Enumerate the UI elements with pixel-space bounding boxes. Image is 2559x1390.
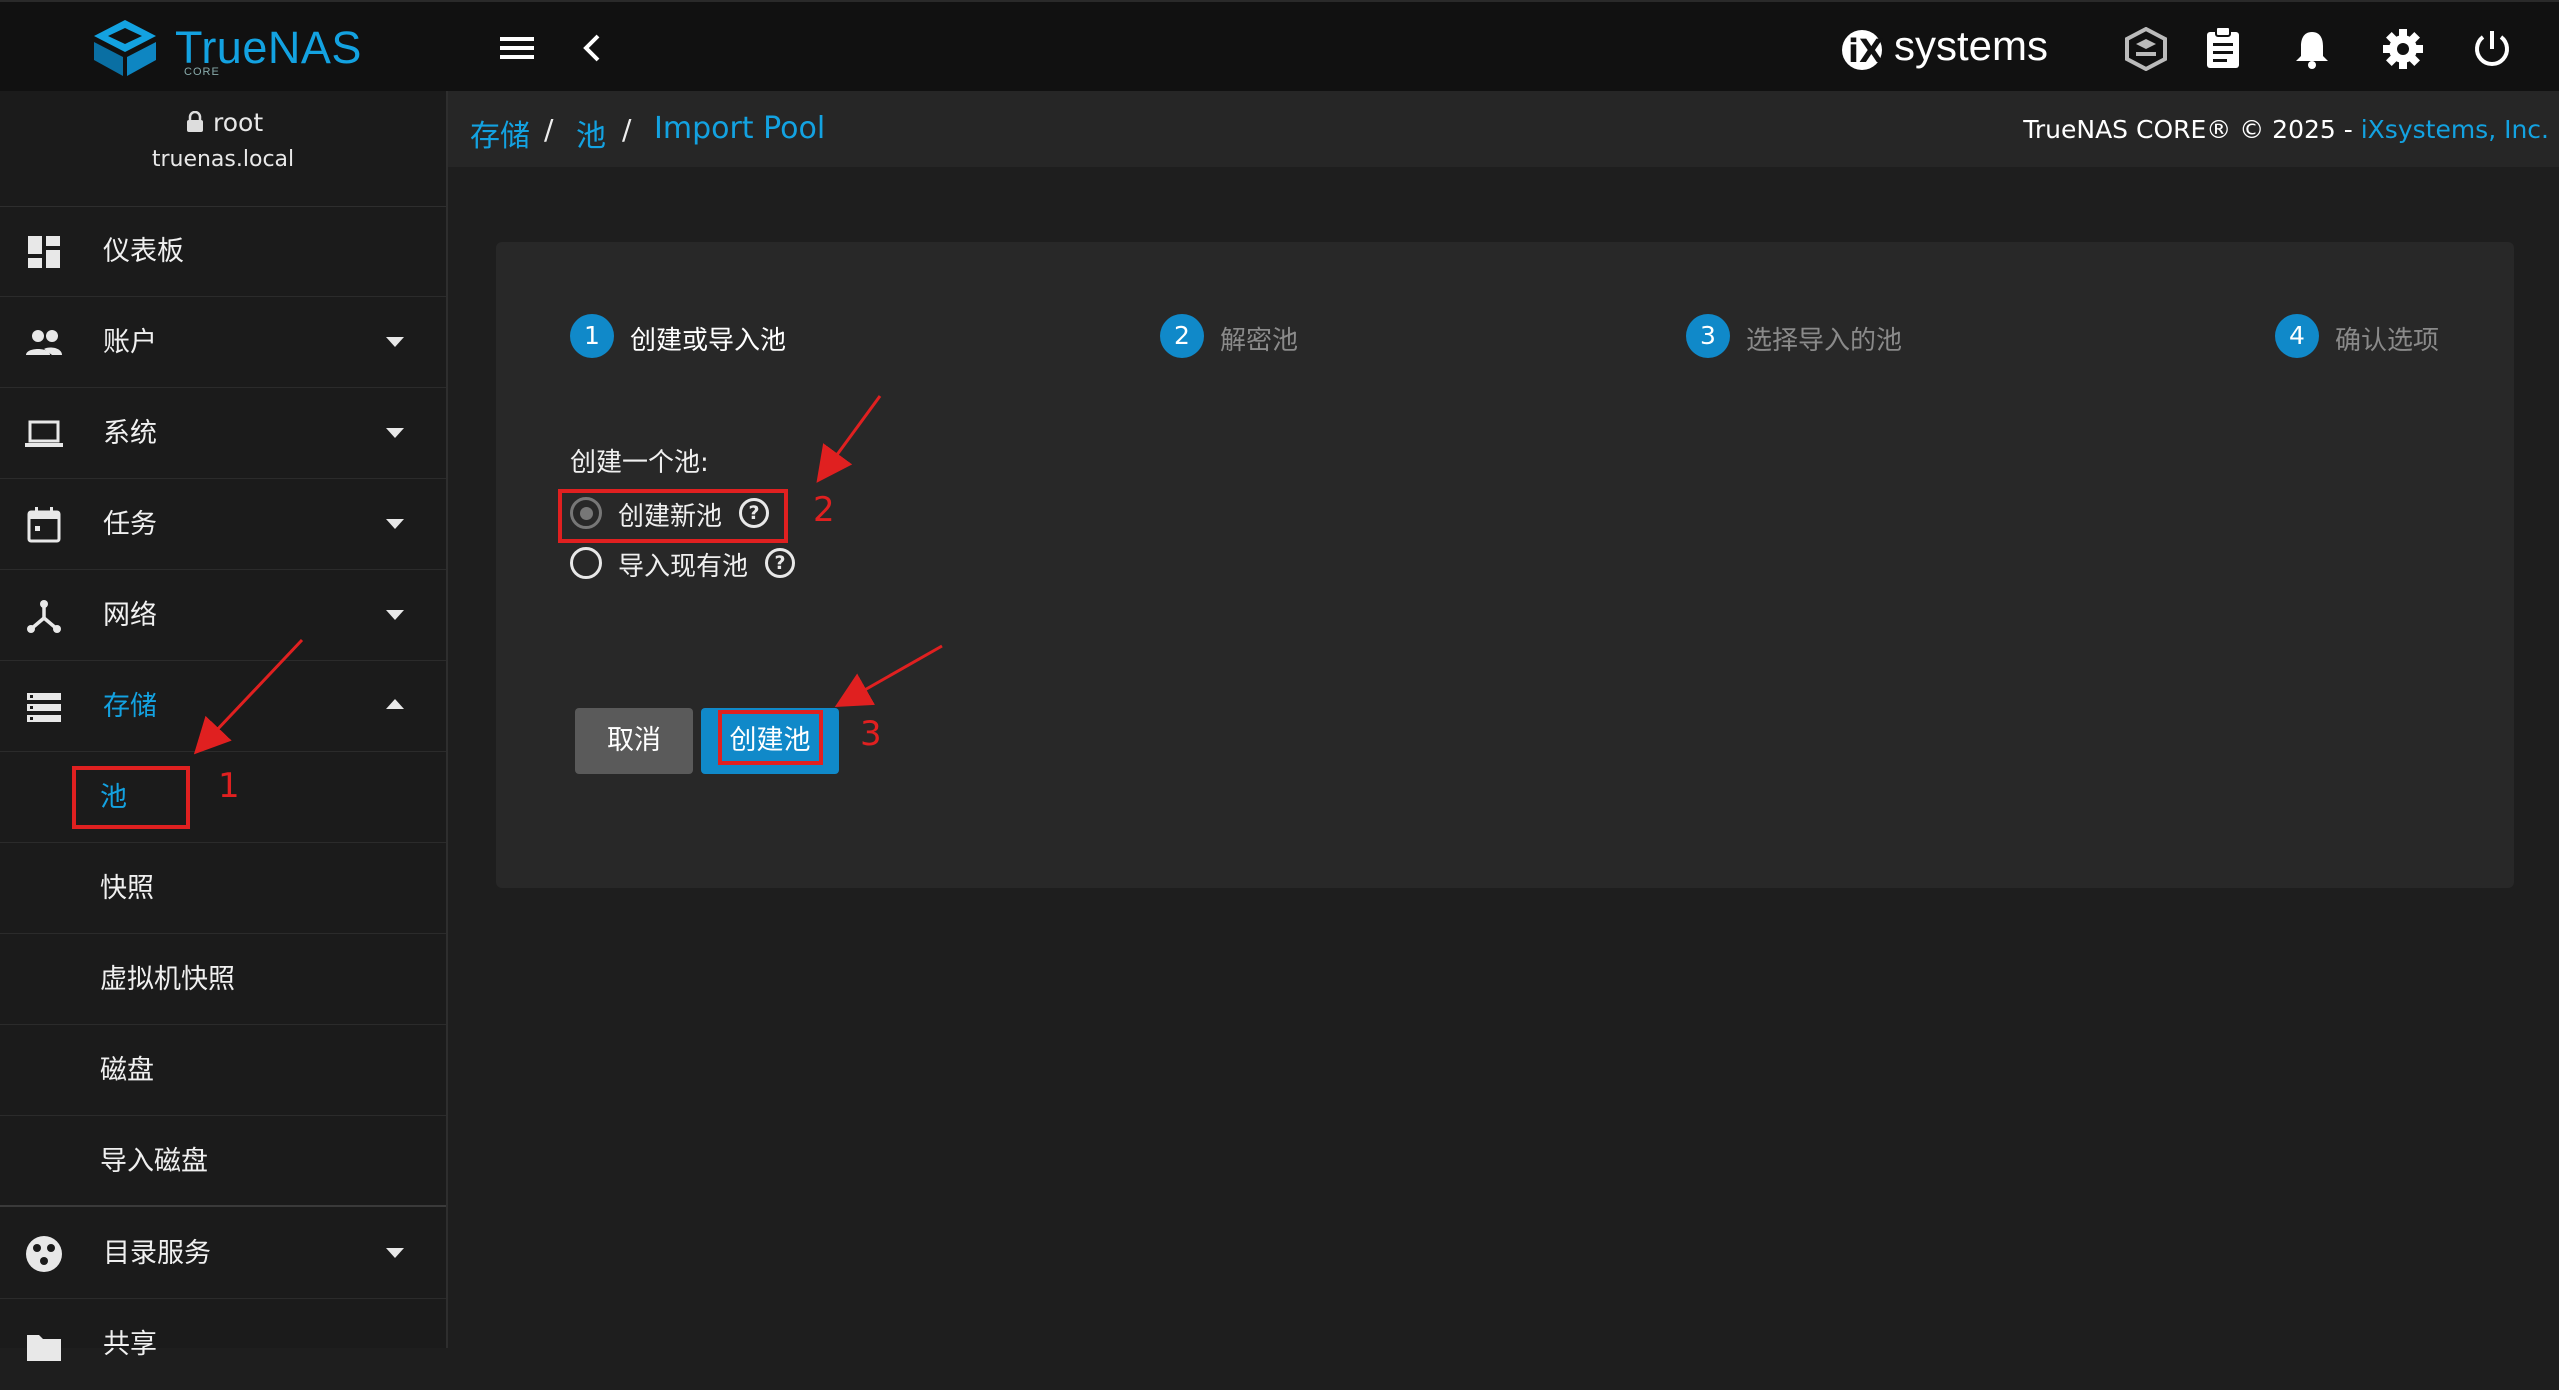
chevron-down-icon (386, 337, 404, 347)
system-laptop-icon (25, 420, 63, 447)
breadcrumb-separator: / (622, 113, 632, 146)
truenas-logo-icon (94, 20, 156, 76)
storage-icon (27, 693, 61, 722)
breadcrumb-storage[interactable]: 存储 (470, 111, 530, 155)
breadcrumb-separator: / (544, 113, 554, 146)
network-icon (27, 600, 61, 633)
sidebar: root truenas.local 仪表板 账户 系统 任务 网络 存储 池 … (0, 91, 448, 1361)
ixsystems-logo-mark: iX (1842, 30, 1884, 70)
copyright-notice: TrueNAS CORE® © 2025 - iXsystems, Inc. (2023, 115, 2549, 144)
sidebar-item-label: 仪表板 (103, 236, 184, 267)
step-number: 4 (2275, 314, 2319, 358)
top-toolbar: TrueNAS CORE iX systems (0, 0, 2559, 91)
breadcrumb: 存储 / 池 / Import Pool TrueNAS CORE® © 202… (448, 91, 2559, 167)
annotation-label-3: 3 (860, 714, 882, 754)
svg-text:iX: iX (1848, 32, 1884, 70)
username: root (213, 108, 264, 137)
back-chevron-icon[interactable] (580, 32, 604, 64)
notifications-bell-icon[interactable] (2294, 28, 2330, 70)
chevron-down-icon (386, 519, 404, 529)
annotation-box-3 (718, 710, 823, 765)
annotation-box-1 (72, 766, 190, 829)
accounts-icon (26, 330, 62, 355)
chevron-down-icon (386, 428, 404, 438)
chevron-down-icon (386, 610, 404, 620)
cancel-button[interactable]: 取消 (575, 708, 693, 774)
sidebar-item-sharing[interactable]: 共享 (0, 1299, 446, 1390)
settings-gear-icon[interactable] (2382, 28, 2424, 70)
sidebar-item-dashboard[interactable]: 仪表板 (0, 206, 446, 297)
annotation-box-2 (558, 489, 788, 543)
task-manager-icon[interactable] (2205, 26, 2241, 70)
sidebar-item-label: 目录服务 (103, 1238, 211, 1269)
user-info: root truenas.local (0, 91, 446, 207)
truecommand-icon[interactable] (2125, 27, 2167, 71)
step-number: 3 (1686, 314, 1730, 358)
sidebar-item-label: 账户 (103, 327, 157, 358)
menu-icon[interactable] (498, 34, 536, 62)
sidebar-item-label: 共享 (103, 1329, 157, 1360)
breadcrumb-import-pool: Import Pool (654, 111, 826, 146)
sidebar-subitem-snapshots[interactable]: 快照 (0, 843, 446, 934)
sidebar-subitem-label: 磁盘 (100, 1055, 154, 1086)
dashboard-icon (28, 236, 60, 268)
option-label: 导入现有池 (618, 552, 749, 582)
ixsystems-link[interactable]: iXsystems, Inc. (2361, 115, 2549, 144)
step-label: 确认选项 (2335, 326, 2440, 356)
sidebar-item-label: 任务 (103, 509, 157, 540)
truenas-logo[interactable]: TrueNAS CORE (90, 18, 370, 82)
annotation-label-1: 1 (218, 766, 240, 806)
help-icon[interactable]: ? (765, 548, 795, 578)
chevron-down-icon (386, 1248, 404, 1258)
tasks-calendar-icon (27, 507, 61, 543)
sidebar-item-storage[interactable]: 存储 (0, 661, 446, 752)
breadcrumb-pools[interactable]: 池 (576, 111, 606, 155)
step-label: 选择导入的池 (1746, 326, 1903, 356)
sidebar-item-network[interactable]: 网络 (0, 570, 446, 661)
sidebar-subitem-vm-snapshots[interactable]: 虚拟机快照 (0, 934, 446, 1025)
hostname: truenas.local (151, 147, 295, 172)
power-icon[interactable] (2472, 28, 2512, 70)
sidebar-subitem-label: 虚拟机快照 (100, 964, 235, 995)
sidebar-item-label: 网络 (103, 600, 157, 631)
sidebar-subitem-disks[interactable]: 磁盘 (0, 1025, 446, 1116)
sidebar-item-label: 系统 (103, 418, 157, 449)
sidebar-subitem-import-disk[interactable]: 导入磁盘 (0, 1116, 446, 1207)
create-pool-question: 创建一个池: (570, 448, 709, 478)
lock-icon (187, 111, 203, 132)
logo-subtext: CORE (184, 66, 220, 78)
copyright-text: TrueNAS CORE® © 2025 - (2023, 115, 2361, 144)
option-import-existing-pool[interactable]: 导入现有池 ? (566, 542, 806, 584)
chevron-up-icon (386, 699, 404, 709)
sidebar-item-accounts[interactable]: 账户 (0, 297, 446, 388)
step-label: 解密池 (1220, 326, 1299, 356)
sidebar-subitem-label: 快照 (100, 873, 154, 904)
radio-import-existing-pool[interactable] (570, 547, 602, 579)
sidebar-item-label: 存储 (103, 691, 157, 722)
ixsystems-logo-text: systems (1894, 22, 2049, 69)
sidebar-item-tasks[interactable]: 任务 (0, 479, 446, 570)
step-label: 创建或导入池 (630, 326, 787, 356)
annotation-label-2: 2 (813, 490, 835, 530)
step-number: 2 (1160, 314, 1204, 358)
step-number: 1 (570, 314, 614, 358)
import-pool-wizard: 1 创建或导入池 2 解密池 3 选择导入的池 4 确认选项 创建一个池: 创建… (496, 242, 2514, 888)
sharing-folder-icon (27, 1335, 61, 1361)
sidebar-item-system[interactable]: 系统 (0, 388, 446, 479)
ixsystems-logo[interactable]: iX systems (1840, 20, 2060, 76)
directory-services-icon (26, 1236, 62, 1272)
sidebar-item-directory-services[interactable]: 目录服务 (0, 1208, 446, 1299)
sidebar-subitem-label: 导入磁盘 (100, 1146, 208, 1177)
